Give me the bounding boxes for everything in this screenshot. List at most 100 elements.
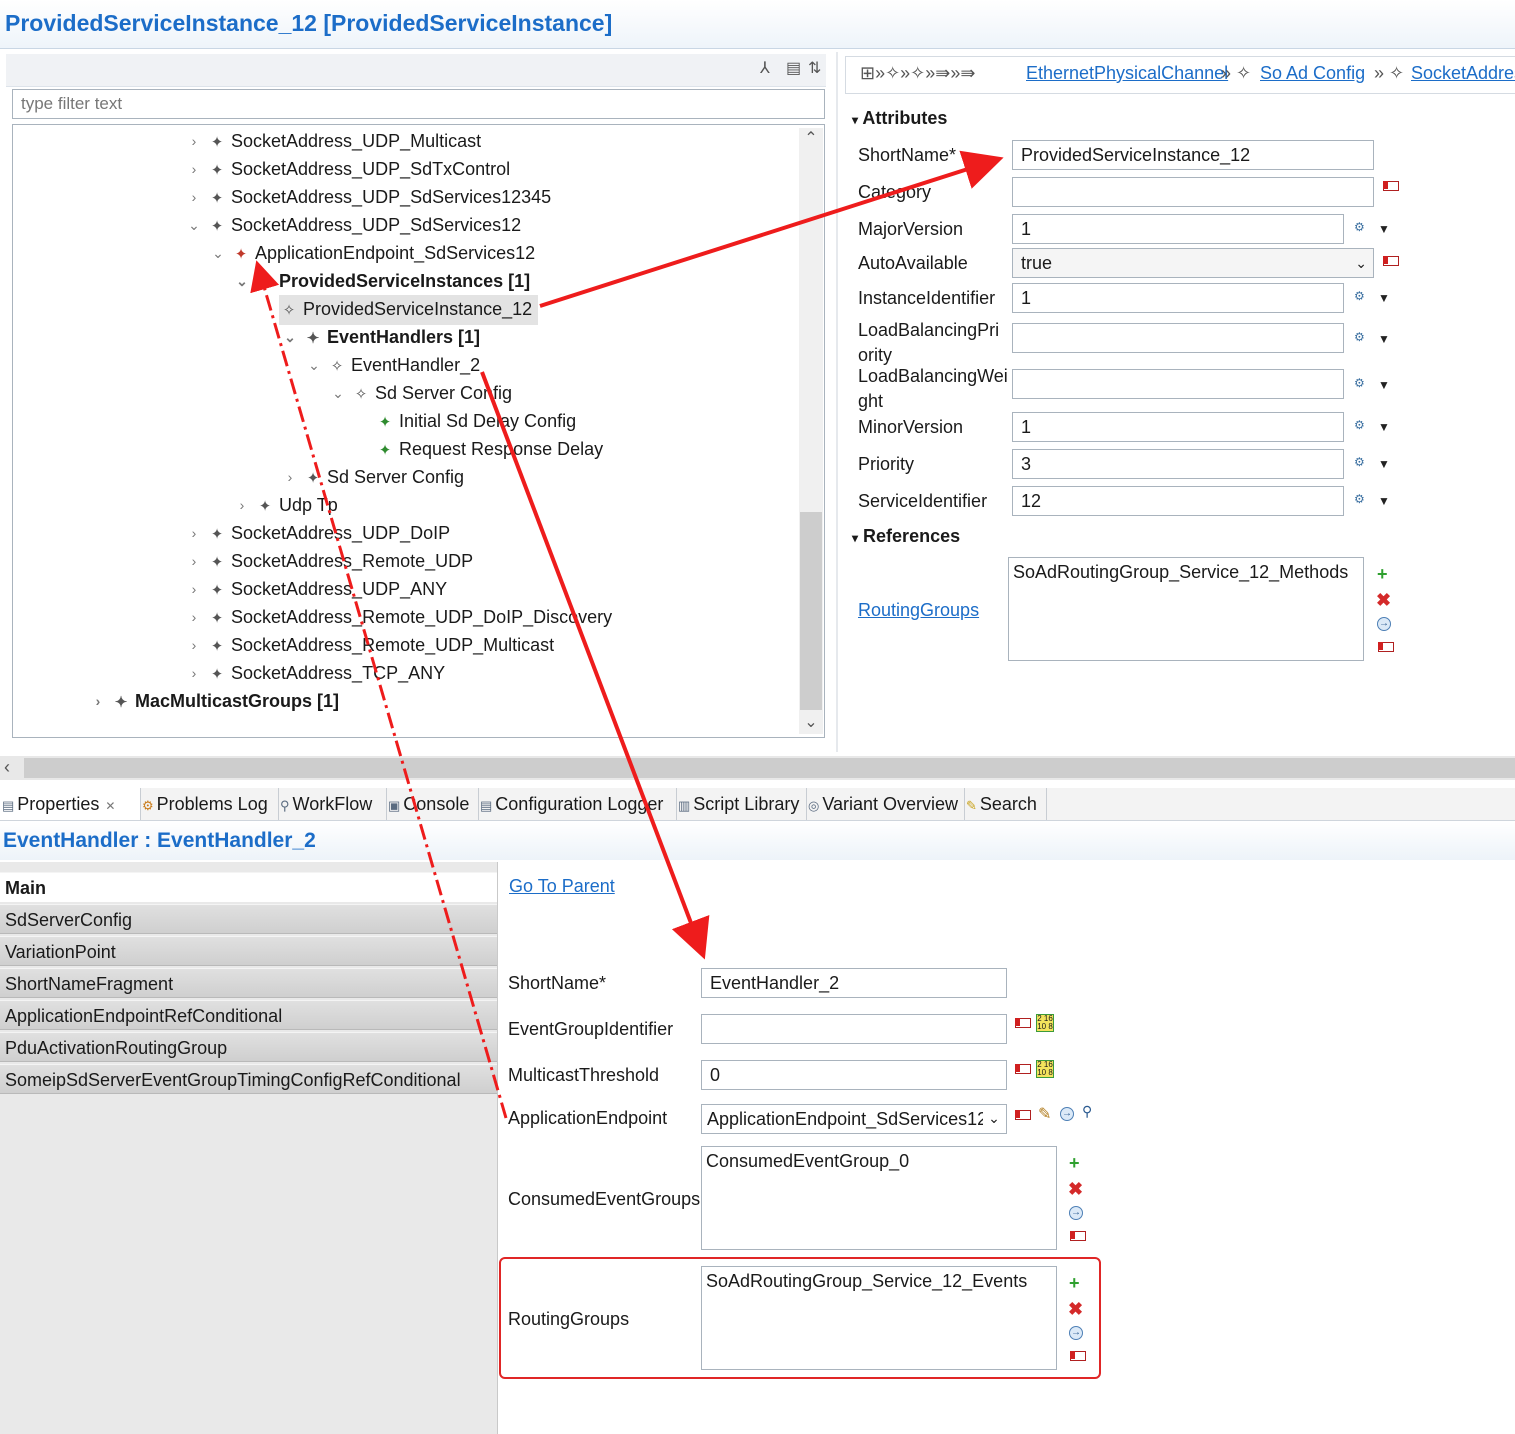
majorversion-field[interactable]: 1	[1012, 214, 1344, 244]
breadcrumb-so-ad-config[interactable]: So Ad Config	[1260, 63, 1365, 84]
tree-node-eventhandlers[interactable]: ⌄ ✦ EventHandlers [1]	[13, 323, 793, 351]
dropdown-arrow-icon[interactable]: ▼	[1378, 222, 1390, 236]
settings-icon[interactable]: ⚙	[1354, 418, 1365, 432]
tab-configuration-logger[interactable]: ▤ Configuration Logger	[478, 788, 677, 820]
scroll-left-arrow-icon[interactable]: ‹	[4, 757, 10, 778]
minorversion-field[interactable]: 1	[1012, 412, 1344, 442]
tree-node-socketaddress-remote-udp[interactable]: › ✦ SocketAddress_Remote_UDP	[13, 547, 793, 575]
list-item[interactable]: SoAdRoutingGroup_Service_12_Methods	[1013, 562, 1359, 583]
expand-chevron-icon[interactable]: ›	[283, 463, 297, 491]
settings-icon[interactable]: ⚙	[1354, 289, 1365, 303]
dropdown-arrow-icon[interactable]: ▼	[1378, 332, 1390, 346]
breadcrumb-socketaddress[interactable]: SocketAddres	[1411, 63, 1515, 84]
close-icon[interactable]: ✕	[105, 799, 115, 813]
tag-icon[interactable]	[1015, 1064, 1031, 1074]
expand-chevron-icon[interactable]: ›	[187, 631, 201, 659]
dropdown-arrow-icon[interactable]: ▼	[1378, 420, 1390, 434]
expand-chevron-icon[interactable]: ›	[187, 183, 201, 211]
tree-node-socketaddress-remote-udp-multicast[interactable]: › ✦ SocketAddress_Remote_UDP_Multicast	[13, 631, 793, 659]
tree-node-socketaddress-udp-any[interactable]: › ✦ SocketAddress_UDP_ANY	[13, 575, 793, 603]
tree-node-macmulticastgroups[interactable]: › ✦ MacMulticastGroups [1]	[13, 687, 793, 715]
dropdown-arrow-icon[interactable]: ▼	[1378, 494, 1390, 508]
tab-search[interactable]: ✎ Search	[964, 788, 1047, 820]
horizontal-scroll-thumb[interactable]	[24, 758, 1515, 778]
attributes-section-header[interactable]: ▾ Attributes	[852, 108, 947, 129]
autoavailable-select[interactable]: true ⌄	[1012, 248, 1374, 278]
tree-node-socketaddress-udp-sdservices12[interactable]: ⌄ ✦ SocketAddress_UDP_SdServices12	[13, 211, 793, 239]
tag-icon[interactable]	[1378, 642, 1394, 652]
goto-arrow-icon[interactable]: →	[1069, 1206, 1083, 1220]
dropdown-arrow-icon[interactable]: ▼	[1378, 378, 1390, 392]
tree-filter-input[interactable]	[12, 89, 825, 119]
go-to-parent-link[interactable]: Go To Parent	[509, 876, 615, 897]
breadcrumb-ethernet-physical-channel[interactable]: EthernetPhysicalChannel	[1026, 63, 1228, 84]
tree-node-socketaddress-remote-udp-doip-discovery[interactable]: › ✦ SocketAddress_Remote_UDP_DoIP_Discove…	[13, 603, 793, 631]
expand-chevron-icon[interactable]: ›	[187, 575, 201, 603]
loadbalancingweight-field[interactable]	[1012, 369, 1344, 399]
section-tab-variationpoint[interactable]: VariationPoint	[0, 936, 497, 966]
tree-node-sd-server-config-expanded[interactable]: ⌄ ✧ Sd Server Config	[13, 379, 793, 407]
expand-chevron-icon[interactable]: ›	[187, 127, 201, 155]
tree-scroll-thumb[interactable]	[800, 512, 822, 710]
tab-properties[interactable]: ▤ Properties ✕	[0, 788, 141, 820]
section-tab-applicationendpointrefconditional[interactable]: ApplicationEndpointRefConditional	[0, 1000, 497, 1030]
scroll-down-arrow-icon[interactable]: ⌄	[799, 712, 823, 732]
tree-node-socketaddress-udp-multicast[interactable]: › ✦ SocketAddress_UDP_Multicast	[13, 127, 793, 155]
tree-node-eventhandler-2[interactable]: ⌄ ✧ EventHandler_2	[13, 351, 793, 379]
sort-icon[interactable]: ⇅	[808, 58, 821, 78]
goto-arrow-icon[interactable]: →	[1377, 617, 1391, 631]
routinggroups-link[interactable]: RoutingGroups	[858, 600, 979, 621]
section-tab-someipsdservereventgrouptimingconfigrefconditional[interactable]: SomeipSdServerEventGroupTimingConfigRefC…	[0, 1064, 497, 1094]
tag-icon[interactable]	[1070, 1231, 1086, 1241]
chevron-down-icon[interactable]: ⌄	[983, 1107, 1005, 1131]
tab-variant-overview[interactable]: ◎ Variant Overview	[806, 788, 965, 820]
priority-field[interactable]: 3	[1012, 449, 1344, 479]
dropdown-arrow-icon[interactable]: ▼	[1378, 291, 1390, 305]
section-tab-main[interactable]: Main	[0, 872, 497, 902]
tab-problems-log[interactable]: ⚙ Problems Log	[140, 788, 279, 820]
goto-arrow-icon[interactable]: →	[1060, 1107, 1074, 1121]
tag-icon[interactable]	[1383, 181, 1399, 191]
tag-icon[interactable]	[1383, 256, 1399, 266]
collapse-chevron-icon[interactable]: ⌄	[235, 267, 249, 295]
section-tab-sdserverconfig[interactable]: SdServerConfig	[0, 904, 497, 934]
applicationendpoint-select[interactable]: ApplicationEndpoint_SdServices12	[701, 1104, 1007, 1134]
category-field[interactable]	[1012, 177, 1374, 207]
tree-node-initial-sd-delay-config[interactable]: ✦ Initial Sd Delay Config	[13, 407, 793, 435]
eh-shortname-field[interactable]: EventHandler_2	[701, 968, 1007, 998]
settings-icon[interactable]: ⚙	[1354, 330, 1365, 344]
tree-node-applicationendpoint-sdservices12[interactable]: ⌄ ✦ ApplicationEndpoint_SdServices12	[13, 239, 793, 267]
remove-icon[interactable]: ✖	[1068, 1179, 1083, 1200]
tree-node-providedserviceinstances[interactable]: ⌄ ✦ ProvidedServiceInstances [1]	[13, 267, 793, 295]
tab-script-library[interactable]: ▥ Script Library	[676, 788, 807, 820]
settings-icon[interactable]: ⚙	[1354, 220, 1365, 234]
consumedeventgroups-list[interactable]: ConsumedEventGroup_0	[701, 1146, 1057, 1250]
expand-chevron-icon[interactable]: ›	[187, 547, 201, 575]
tab-workflow[interactable]: ⚲ WorkFlow	[278, 788, 387, 820]
collapse-chevron-icon[interactable]: ⌄	[283, 323, 297, 351]
references-section-header[interactable]: ▾ References	[852, 526, 960, 547]
shortname-field[interactable]: ProvidedServiceInstance_12	[1012, 140, 1374, 170]
expand-chevron-icon[interactable]: ›	[187, 155, 201, 183]
number-format-icon[interactable]: 2 16 10 8	[1036, 1014, 1054, 1032]
settings-icon[interactable]: ⚙	[1354, 455, 1365, 469]
multicastthreshold-field[interactable]: 0	[701, 1060, 1007, 1090]
list-item[interactable]: ConsumedEventGroup_0	[706, 1151, 1052, 1172]
expand-chevron-icon[interactable]: ›	[91, 687, 105, 715]
tree-node-socketaddress-udp-doip[interactable]: › ✦ SocketAddress_UDP_DoIP	[13, 519, 793, 547]
routinggroups-list[interactable]: SoAdRoutingGroup_Service_12_Methods	[1008, 557, 1364, 661]
remove-icon[interactable]: ✖	[1376, 590, 1391, 611]
dropdown-arrow-icon[interactable]: ▼	[1378, 457, 1390, 471]
tab-console[interactable]: ▣ Console	[386, 788, 479, 820]
tree-node-socketaddress-udp-sdtxcontrol[interactable]: › ✦ SocketAddress_UDP_SdTxControl	[13, 155, 793, 183]
serviceidentifier-field[interactable]: 12	[1012, 486, 1344, 516]
settings-icon[interactable]: ⚙	[1354, 492, 1365, 506]
tree-node-sd-server-config-collapsed[interactable]: › ✦ Sd Server Config	[13, 463, 793, 491]
add-icon[interactable]: +	[1069, 1153, 1080, 1174]
search-icon[interactable]: ⚲	[1082, 1103, 1092, 1120]
collapse-chevron-icon[interactable]: ⌄	[331, 379, 345, 407]
add-icon[interactable]: +	[1377, 564, 1388, 585]
collapse-all-icon[interactable]: ⅄	[760, 58, 770, 78]
number-format-icon[interactable]: 2 16 10 8	[1036, 1060, 1054, 1078]
scroll-up-arrow-icon[interactable]: ⌃	[799, 128, 823, 148]
